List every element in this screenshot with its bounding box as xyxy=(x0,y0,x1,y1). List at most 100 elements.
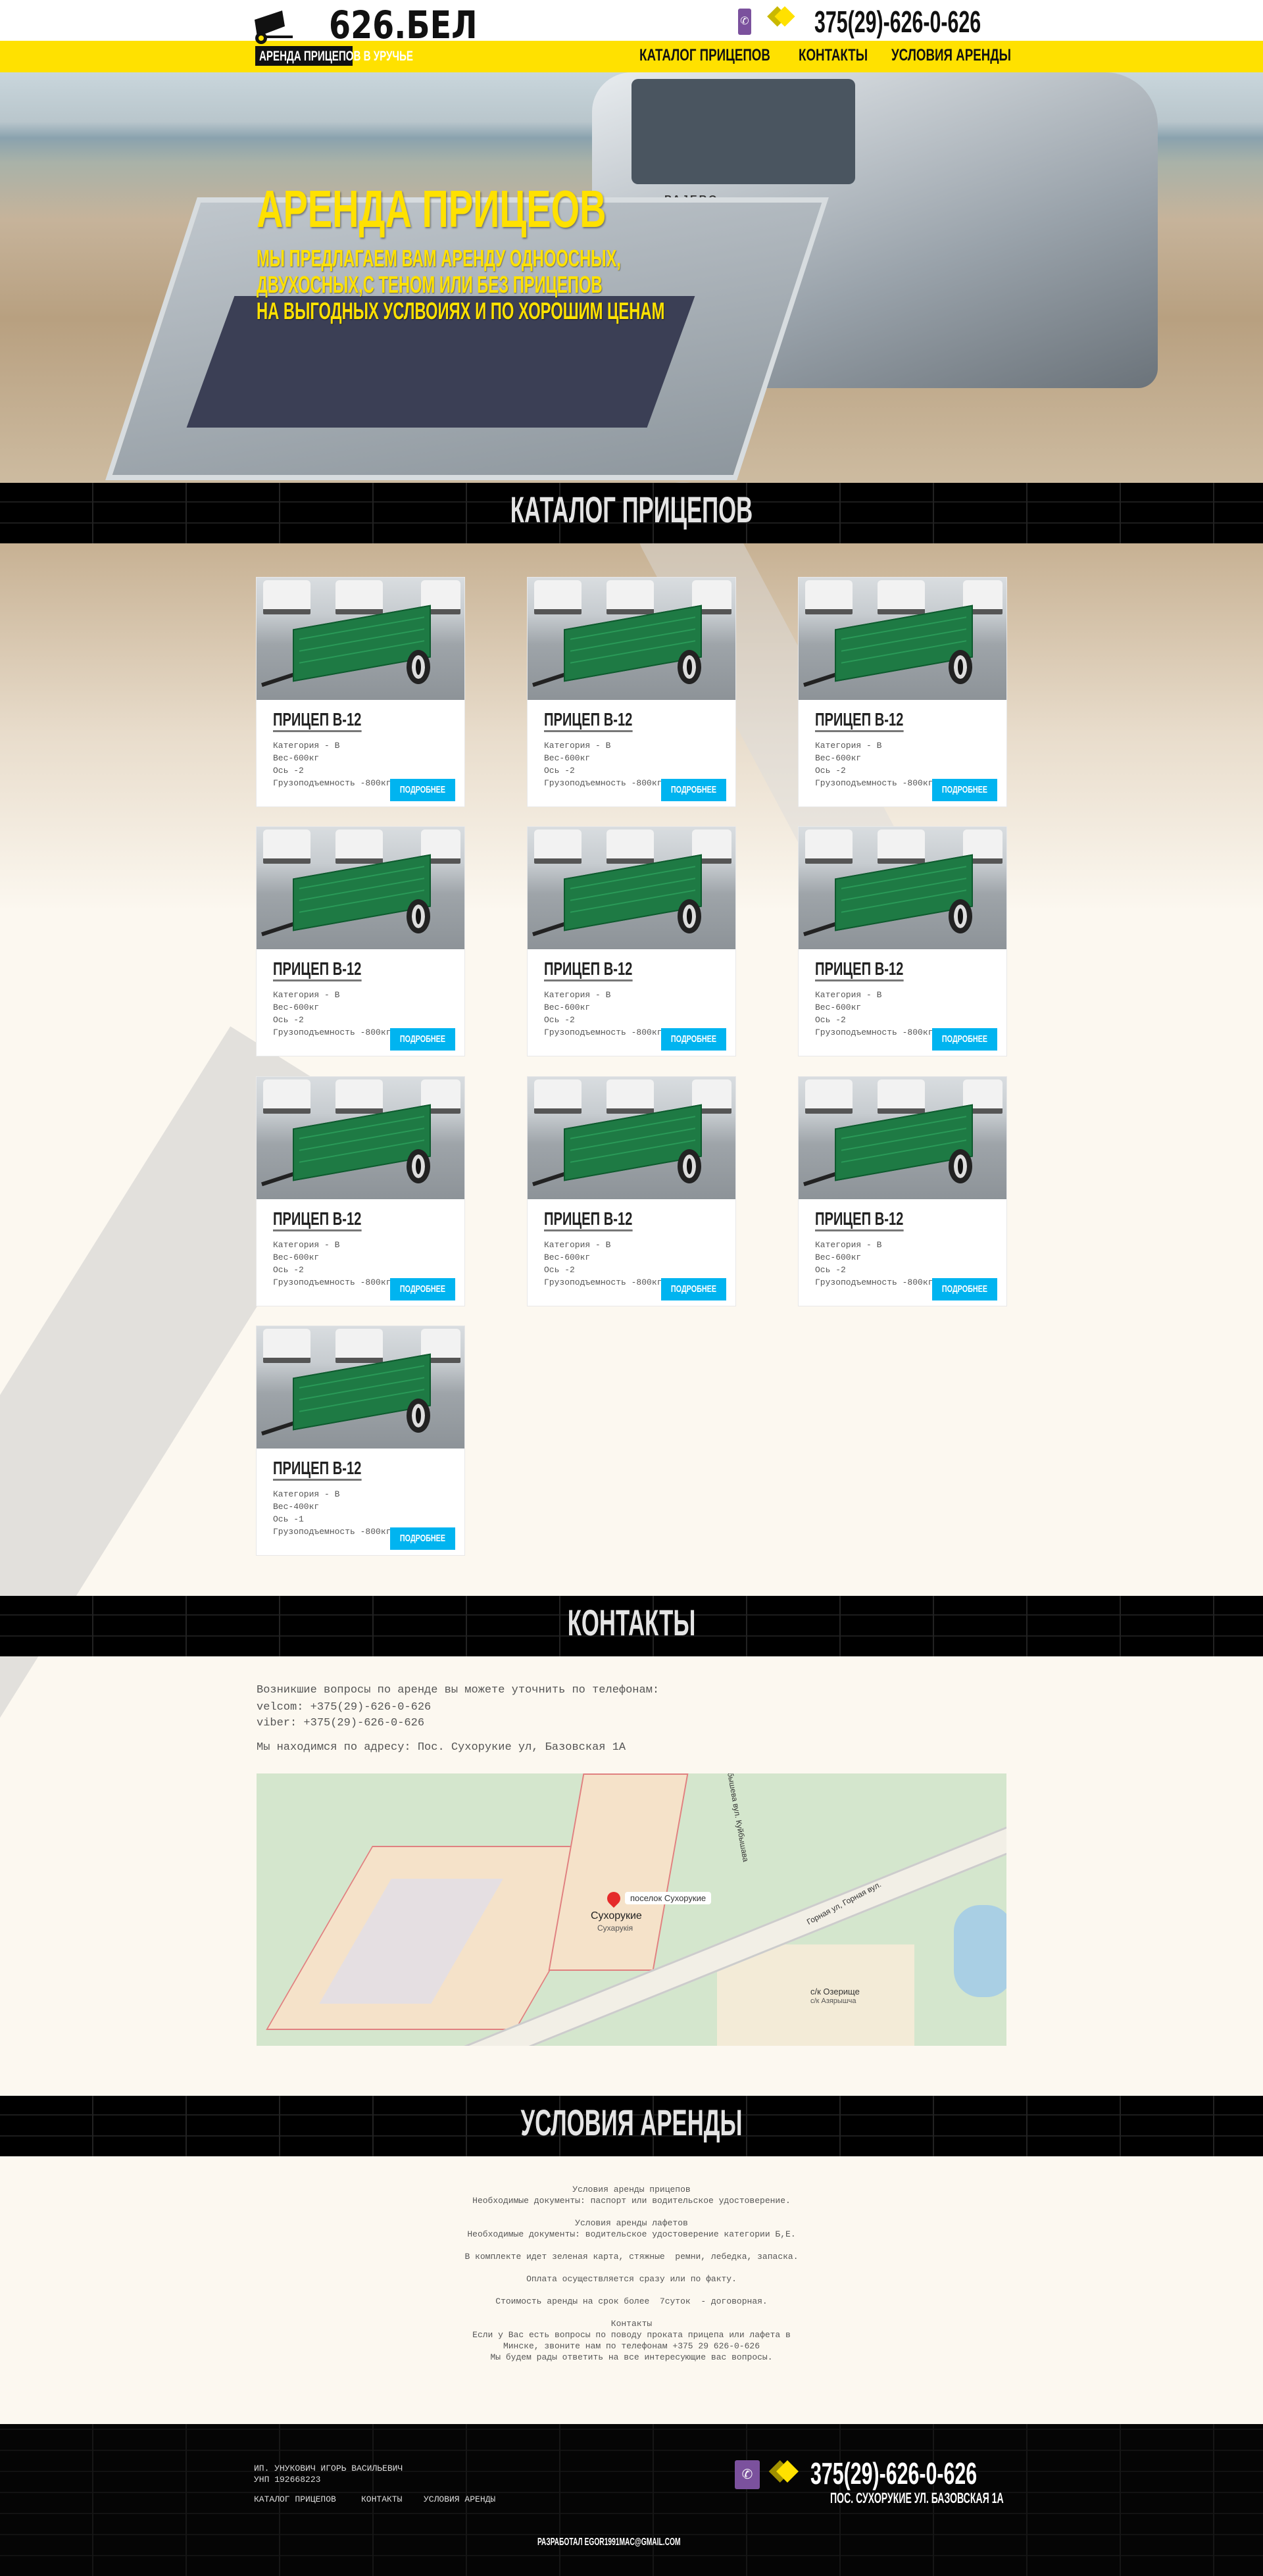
card-spec: Вес-600кг xyxy=(815,753,862,763)
card-title: ПРИЦЕП B-12 xyxy=(273,958,362,981)
card-spec: Грузоподъемность -800кг xyxy=(815,1028,933,1037)
conditions-title: УСЛОВИЯ АРЕНДЫ xyxy=(520,2102,743,2143)
details-button-label: ПОДРОБНЕЕ xyxy=(399,1283,446,1295)
hero-subtitle-line: ДВУХОСНЫХ,С ТЕНОМ ИЛИ БЕЗ ПРИЦЕПОВ xyxy=(257,271,603,298)
header-nav-bar xyxy=(0,41,1263,72)
card-spec: Грузоподъемность -800кг xyxy=(273,1527,391,1537)
card-title: ПРИЦЕП B-12 xyxy=(815,1208,904,1231)
trailer-image[interactable] xyxy=(257,1326,464,1449)
hero-subtitle-line: МЫ ПРЕДЛАГАЕМ ВАМ АРЕНДУ ОДНООСНЫХ, xyxy=(257,245,621,272)
nav-contacts[interactable]: КОНТАКТЫ xyxy=(799,46,868,65)
trailer-card: ПРИЦЕП B-12 Категория - B Вес-600кг Ось -2… xyxy=(256,1076,465,1306)
card-spec: Вес-600кг xyxy=(544,1003,591,1012)
card-spec: Ось -1 xyxy=(273,1514,304,1524)
conditions-line xyxy=(368,2206,895,2217)
details-button[interactable]: ПОДРОБНЕЕ xyxy=(390,779,455,801)
logo-subtitle: АРЕНДА ПРИЦЕПОВ В УРУЧЬЕ xyxy=(255,46,413,66)
trailer-image[interactable] xyxy=(799,827,1006,949)
trailer-image[interactable] xyxy=(799,1077,1006,1199)
details-button[interactable]: ПОДРОБНЕЕ xyxy=(932,1028,997,1051)
trailer-card: ПРИЦЕП B-12 Категория - B Вес-600кг Ось -2… xyxy=(798,577,1007,807)
trailer-image[interactable] xyxy=(257,827,464,949)
map-district-label: с/к Озерище xyxy=(810,1987,860,1996)
footer xyxy=(0,2424,1263,2576)
hero-subtitle-line: НА ВЫГОДНЫХ УСЛВОИЯХ И ПО ХОРОШИМ ЦЕНАМ xyxy=(257,297,665,324)
footer-nav-conditions[interactable]: УСЛОВИЯ АРЕНДЫ xyxy=(424,2494,495,2504)
footer-developer[interactable]: РАЗРАБОТАЛ EGOR1991MAC@GMAIL.COM xyxy=(537,2537,681,2548)
contacts-viber[interactable]: viber: +375(29)-626-0-626 xyxy=(257,1717,424,1729)
card-spec: Категория - B xyxy=(273,990,340,1000)
trailer-card: ПРИЦЕП B-12 Категория - B Вес-600кг Ось -2… xyxy=(798,826,1007,1056)
details-button-label: ПОДРОБНЕЕ xyxy=(670,1033,717,1045)
card-spec: Грузоподъемность -800кг xyxy=(273,778,391,788)
card-spec: Грузоподъемность -800кг xyxy=(544,778,662,788)
trailer-card: ПРИЦЕП B-12 Категория - B Вес-400кг Ось -1… xyxy=(256,1325,465,1556)
trailer-card: ПРИЦЕП B-12 Категория - B Вес-600кг Ось -2… xyxy=(798,1076,1007,1306)
conditions-line: Стоимость аренды на срок более 7суток - … xyxy=(495,2296,768,2306)
card-spec: Вес-600кг xyxy=(273,1003,320,1012)
details-button[interactable]: ПОДРОБНЕЕ xyxy=(932,779,997,801)
conditions-line: Контакты xyxy=(610,2319,653,2329)
conditions-line: Оплата осуществляется сразу или по факту… xyxy=(526,2274,737,2284)
contacts-velcom[interactable]: velcom: +375(29)-626-0-626 xyxy=(257,1701,431,1714)
catalog-title: КАТАЛОГ ПРИЦЕПОВ xyxy=(510,489,753,530)
card-spec: Категория - B xyxy=(273,1489,340,1499)
details-button[interactable]: ПОДРОБНЕЕ xyxy=(661,1278,726,1300)
details-button[interactable]: ПОДРОБНЕЕ xyxy=(661,779,726,801)
footer-unp: УНП 192668223 xyxy=(254,2475,321,2485)
trailer-image[interactable] xyxy=(528,578,735,700)
header-phone[interactable]: 375(29)-626-0-626 xyxy=(814,4,981,39)
card-spec: Категория - B xyxy=(815,1240,882,1250)
footer-nav-catalog[interactable]: КАТАЛОГ ПРИЦЕПОВ xyxy=(254,2494,336,2504)
trailer-card: ПРИЦЕП B-12 Категория - B Вес-600кг Ось -2… xyxy=(527,1076,736,1306)
trailer-image[interactable] xyxy=(257,1077,464,1199)
card-title: ПРИЦЕП B-12 xyxy=(544,958,633,981)
conditions-line: Необходимые документы: водительское удос… xyxy=(467,2229,796,2239)
trailer-image[interactable] xyxy=(799,578,1006,700)
details-button[interactable]: ПОДРОБНЕЕ xyxy=(390,1527,455,1550)
card-spec: Грузоподъемность -800кг xyxy=(544,1277,662,1287)
trailer-image[interactable] xyxy=(528,827,735,949)
conditions-header-band: УСЛОВИЯ АРЕНДЫ xyxy=(0,2096,1263,2156)
map[interactable]: поселок Сухорукие Сухорукие Сухарукія с/… xyxy=(257,1773,1006,2046)
viber-icon[interactable]: ✆ xyxy=(735,2460,760,2489)
conditions-line: Если у Вас есть вопросы по поводу прокат… xyxy=(472,2330,791,2340)
map-pin-label: поселок Сухорукие xyxy=(625,1892,712,1904)
viber-icon[interactable]: ✆ xyxy=(738,9,751,35)
conditions-line: Мы будем рады ответить на все интересующ… xyxy=(490,2352,773,2362)
map-area xyxy=(548,1773,689,1971)
card-spec: Категория - B xyxy=(273,1240,340,1250)
conditions-line: В комплекте идет зеленая карта, стяжные … xyxy=(464,2252,799,2262)
logo-text[interactable]: 626.БЕЛ xyxy=(329,3,478,47)
footer-address: ПОС. СУХОРУКИЕ УЛ. БАЗОВСКАЯ 1А xyxy=(830,2490,1004,2506)
card-spec: Ось -2 xyxy=(544,1015,575,1025)
card-spec: Ось -2 xyxy=(273,1265,304,1275)
nav-conditions[interactable]: УСЛОВИЯ АРЕНДЫ xyxy=(891,46,1011,65)
details-button-label: ПОДРОБНЕЕ xyxy=(941,1283,988,1295)
trailer-image[interactable] xyxy=(528,1077,735,1199)
conditions-line xyxy=(368,2262,895,2273)
card-spec: Ось -2 xyxy=(544,1265,575,1275)
contacts-title: КОНТАКТЫ xyxy=(567,1602,696,1643)
hero-title: АРЕНДА ПРИЦЕОВ xyxy=(257,180,607,238)
details-button[interactable]: ПОДРОБНЕЕ xyxy=(390,1028,455,1051)
conditions-line xyxy=(368,2285,895,2296)
details-button[interactable]: ПОДРОБНЕЕ xyxy=(390,1278,455,1300)
trailer-card: ПРИЦЕП B-12 Категория - B Вес-600кг Ось -2… xyxy=(527,577,736,807)
card-spec: Вес-600кг xyxy=(544,753,591,763)
details-button[interactable]: ПОДРОБНЕЕ xyxy=(661,1028,726,1051)
details-button[interactable]: ПОДРОБНЕЕ xyxy=(932,1278,997,1300)
card-title: ПРИЦЕП B-12 xyxy=(273,1208,362,1231)
footer-nav-contacts[interactable]: КОНТАКТЫ xyxy=(361,2494,402,2504)
trailer-image[interactable] xyxy=(257,578,464,700)
details-button-label: ПОДРОБНЕЕ xyxy=(670,1283,717,1295)
details-button-label: ПОДРОБНЕЕ xyxy=(399,784,446,795)
trailer-card: ПРИЦЕП B-12 Категория - B Вес-600кг Ось -2… xyxy=(256,826,465,1056)
conditions-line: Условия аренды прицепов xyxy=(572,2185,691,2194)
card-title: ПРИЦЕП B-12 xyxy=(544,1208,633,1231)
card-spec: Грузоподъемность -800кг xyxy=(815,1277,933,1287)
card-spec: Категория - B xyxy=(544,990,611,1000)
nav-catalog[interactable]: КАТАЛОГ ПРИЦЕПОВ xyxy=(639,46,770,65)
footer-phone[interactable]: 375(29)-626-0-626 xyxy=(810,2456,977,2491)
card-spec: Вес-600кг xyxy=(544,1252,591,1262)
